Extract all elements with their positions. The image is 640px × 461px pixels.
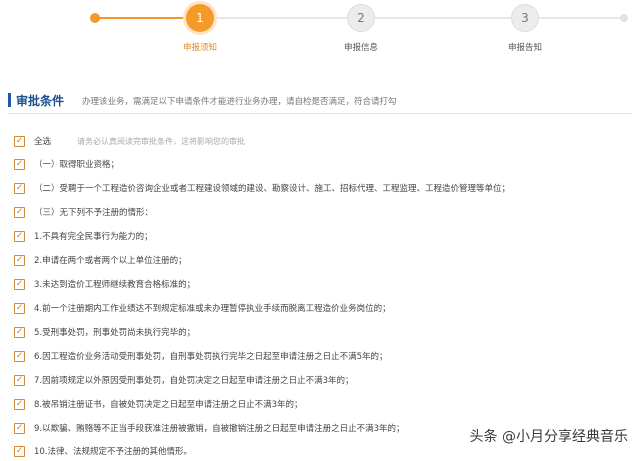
section-title: 审批条件 bbox=[16, 93, 65, 108]
condition-row[interactable]: ✓ 8.被吊销注册证书，自被处罚决定之日起至申请注册之日止不满3年的； bbox=[14, 397, 303, 411]
select-all-checkbox[interactable]: ✓ bbox=[14, 135, 25, 147]
condition-text: 7.因前项规定以外原因受刑事处罚，自处罚决定之日起至申请注册之日止不满3年的； bbox=[34, 376, 354, 386]
condition-checkbox[interactable]: ✓ bbox=[14, 302, 25, 314]
check-icon: ✓ bbox=[15, 182, 24, 193]
condition-text: （三）无下列不予注册的情形： bbox=[34, 208, 154, 218]
select-all-label: 全选 bbox=[34, 137, 52, 147]
condition-text: 2.申请在两个或者两个以上单位注册的； bbox=[34, 256, 187, 266]
condition-checkbox[interactable]: ✓ bbox=[14, 230, 25, 242]
condition-row[interactable]: ✓ （三）无下列不予注册的情形： bbox=[14, 205, 153, 219]
condition-checkbox[interactable]: ✓ bbox=[14, 158, 25, 170]
check-icon: ✓ bbox=[15, 398, 24, 409]
section-header: 审批条件 bbox=[8, 92, 64, 108]
condition-row[interactable]: ✓ 10.法律、法规规定不予注册的其他情形。 bbox=[14, 444, 192, 458]
condition-row[interactable]: ✓ 5.受刑事处罚，刑事处罚尚未执行完毕的； bbox=[14, 325, 195, 339]
condition-row[interactable]: ✓ 7.因前项规定以外原因受刑事处罚，自处罚决定之日起至申请注册之日止不满3年的… bbox=[14, 373, 354, 387]
condition-text: 6.因工程造价业务活动受刑事处罚，自刑事处罚执行完毕之日起至申请注册之日止不满5… bbox=[34, 352, 388, 362]
condition-checkbox[interactable]: ✓ bbox=[14, 374, 25, 386]
step-2-label: 申报信息 bbox=[343, 43, 378, 53]
condition-text: 1.不具有完全民事行为能力的； bbox=[34, 232, 153, 242]
condition-checkbox[interactable]: ✓ bbox=[14, 445, 25, 457]
condition-checkbox[interactable]: ✓ bbox=[14, 350, 25, 362]
check-icon: ✓ bbox=[15, 206, 24, 217]
check-icon: ✓ bbox=[15, 302, 24, 313]
check-icon: ✓ bbox=[15, 422, 24, 433]
step-3-label: 申报告知 bbox=[507, 43, 542, 53]
section-divider bbox=[8, 113, 632, 114]
select-all-hint: 请务必认真阅读完审批条件，这将影响您的审批 bbox=[77, 136, 246, 146]
condition-checkbox[interactable]: ✓ bbox=[14, 422, 25, 434]
check-icon: ✓ bbox=[15, 445, 24, 456]
step-1-label: 申报须知 bbox=[182, 43, 217, 53]
check-icon: ✓ bbox=[15, 158, 24, 169]
check-icon: ✓ bbox=[15, 350, 24, 361]
condition-text: 5.受刑事处罚，刑事处罚尚未执行完毕的； bbox=[34, 328, 196, 338]
condition-checkbox[interactable]: ✓ bbox=[14, 398, 25, 410]
condition-row[interactable]: ✓ 4.前一个注册期内工作业绩达不到规定标准或未办理暂停执业手续而脱离工程造价业… bbox=[14, 301, 391, 315]
step-1-circle[interactable]: 1 bbox=[186, 4, 214, 32]
condition-row[interactable]: ✓ （一）取得职业资格； bbox=[14, 157, 119, 171]
check-icon: ✓ bbox=[15, 326, 24, 337]
condition-text: 3.未达到造价工程师继续教育合格标准的； bbox=[34, 280, 196, 290]
check-icon: ✓ bbox=[15, 230, 24, 241]
condition-row[interactable]: ✓ （二）受聘于一个工程造价咨询企业或者工程建设领域的建设、勘察设计、施工、招标… bbox=[14, 181, 510, 195]
condition-row[interactable]: ✓ 6.因工程造价业务活动受刑事处罚，自刑事处罚执行完毕之日起至申请注册之日止不… bbox=[14, 349, 388, 363]
condition-text: （二）受聘于一个工程造价咨询企业或者工程建设领域的建设、勘察设计、施工、招标代理… bbox=[34, 184, 511, 194]
condition-row[interactable]: ✓ 9.以欺骗、贿赂等不正当手段获准注册被撤销，自被撤销注册之日起至申请注册之日… bbox=[14, 421, 405, 435]
condition-checkbox[interactable]: ✓ bbox=[14, 278, 25, 290]
condition-checkbox[interactable]: ✓ bbox=[14, 206, 25, 218]
condition-text: 9.以欺骗、贿赂等不正当手段获准注册被撤销，自被撤销注册之日起至申请注册之日止不… bbox=[34, 424, 405, 434]
check-icon: ✓ bbox=[15, 254, 24, 265]
section-instruction: 办理该业务，需满足以下申请条件才能进行业务办理，请自检是否满足，符合请打勾 bbox=[82, 97, 397, 107]
stepper-track-completed bbox=[96, 17, 186, 19]
condition-text: 8.被吊销注册证书，自被处罚决定之日起至申请注册之日止不满3年的； bbox=[34, 400, 303, 410]
check-icon: ✓ bbox=[15, 374, 24, 385]
stepper-end-dot bbox=[620, 14, 628, 22]
check-icon: ✓ bbox=[15, 278, 24, 289]
condition-checkbox[interactable]: ✓ bbox=[14, 182, 25, 194]
condition-checkbox[interactable]: ✓ bbox=[14, 326, 25, 338]
select-all-row[interactable]: ✓ 全选 请务必认真阅读完审批条件，这将影响您的审批 bbox=[14, 134, 245, 148]
check-icon: ✓ bbox=[15, 135, 24, 146]
watermark: 头条 @小月分享经典音乐 bbox=[469, 429, 628, 445]
condition-text: 10.法律、法规规定不予注册的其他情形。 bbox=[34, 447, 193, 457]
condition-row[interactable]: ✓ 3.未达到造价工程师继续教育合格标准的； bbox=[14, 277, 195, 291]
condition-text: （一）取得职业资格； bbox=[34, 160, 120, 170]
step-3-circle[interactable]: 3 bbox=[511, 4, 539, 32]
section-accent-bar bbox=[8, 93, 11, 107]
stepper-track-remaining bbox=[214, 17, 624, 19]
progress-stepper: 1 申报须知 2 申报信息 3 申报告知 bbox=[0, 0, 640, 62]
condition-row[interactable]: ✓ 2.申请在两个或者两个以上单位注册的； bbox=[14, 253, 187, 267]
step-2-circle[interactable]: 2 bbox=[347, 4, 375, 32]
condition-text: 4.前一个注册期内工作业绩达不到规定标准或未办理暂停执业手续而脱离工程造价业务岗… bbox=[34, 304, 391, 314]
condition-row[interactable]: ✓ 1.不具有完全民事行为能力的； bbox=[14, 229, 153, 243]
condition-checkbox[interactable]: ✓ bbox=[14, 254, 25, 266]
